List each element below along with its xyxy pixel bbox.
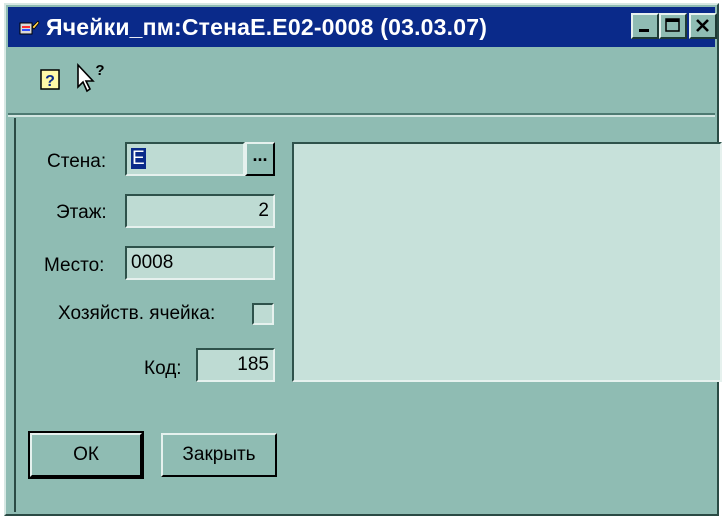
help-icon[interactable]: ? <box>40 67 62 91</box>
floor-label: Этаж: <box>56 202 107 223</box>
details-panel <box>292 142 722 382</box>
maximize-icon <box>665 18 680 32</box>
household-cell-label: Хозяйств. ячейка: <box>58 303 216 324</box>
context-help-icon[interactable]: ? <box>74 61 108 95</box>
place-label: Место: <box>44 255 105 276</box>
wall-label: Стена: <box>47 151 107 172</box>
title-bar[interactable]: Ячейки_пм:СтенаЕ.Е02-0008 (03.03.07) <box>8 7 717 47</box>
wall-select-button[interactable]: ... <box>245 142 275 176</box>
ok-button[interactable]: ОК <box>28 431 144 479</box>
svg-text:?: ? <box>45 73 55 90</box>
close-dialog-button[interactable]: Закрыть <box>161 433 277 477</box>
svg-text:?: ? <box>95 62 104 79</box>
place-field[interactable]: 0008 <box>125 246 275 280</box>
household-cell-checkbox[interactable] <box>252 303 274 325</box>
code-field[interactable]: 185 <box>196 348 275 382</box>
wall-value: Е <box>131 148 146 169</box>
close-icon <box>696 19 709 32</box>
minimize-icon <box>639 29 649 32</box>
maximize-button[interactable] <box>659 13 687 39</box>
wall-field[interactable]: Е <box>125 142 245 176</box>
minimize-button[interactable] <box>631 13 659 39</box>
window-title: Ячейки_пм:СтенаЕ.Е02-0008 (03.03.07) <box>46 14 488 40</box>
code-label: Код: <box>144 358 182 379</box>
toolbar-separator <box>8 113 715 117</box>
toolbar: ? ? <box>8 49 715 109</box>
form-content: Стена: Е ... Этаж: 2 Место: 0008 Хозяйст… <box>14 118 722 512</box>
floor-field[interactable]: 2 <box>125 194 275 228</box>
app-icon <box>19 20 40 35</box>
close-button[interactable] <box>689 13 717 39</box>
dialog-window: Ячейки_пм:СтенаЕ.Е02-0008 (03.03.07) ? ? <box>4 3 722 516</box>
